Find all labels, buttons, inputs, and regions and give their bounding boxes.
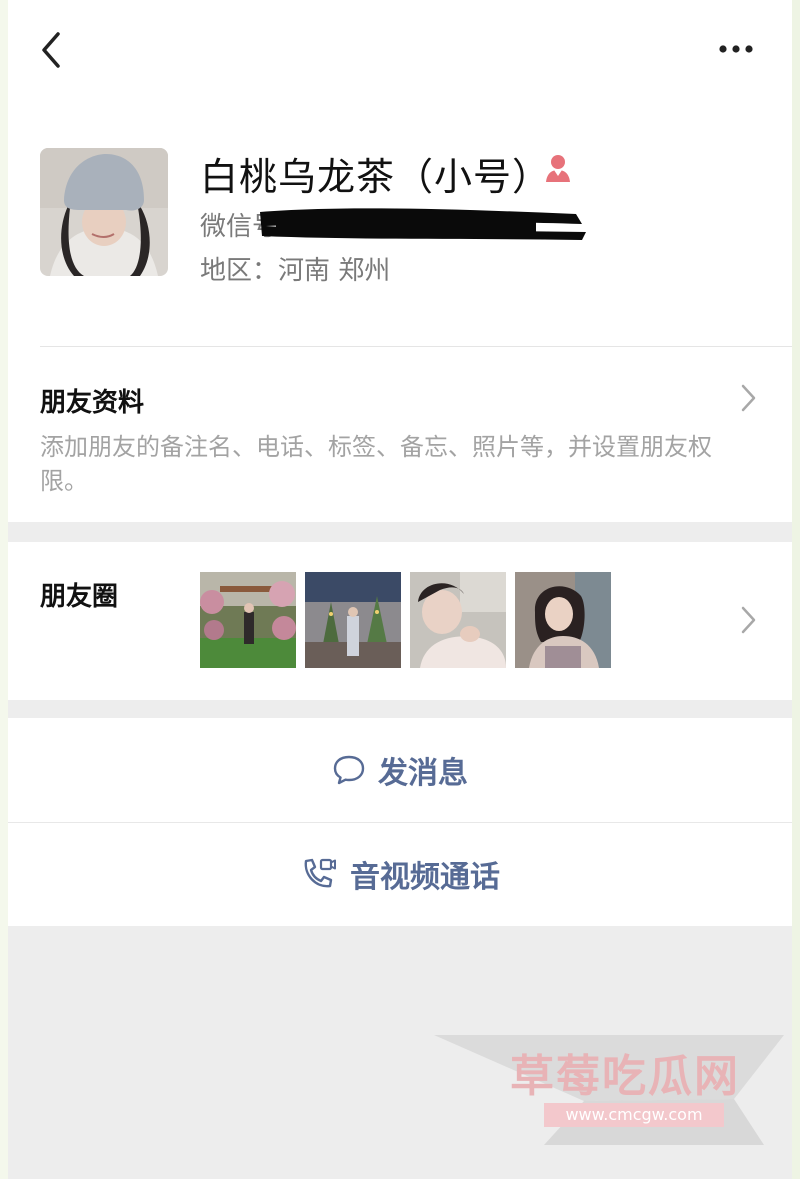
back-button[interactable] — [36, 30, 66, 70]
left-edge-strip — [0, 0, 8, 1179]
profile-header: 白桃乌龙茶（小号） 微信号 地区：河南 郑州 — [8, 100, 792, 346]
more-options-button[interactable] — [716, 34, 756, 64]
moments-thumbnail — [410, 572, 506, 668]
female-badge-icon — [546, 155, 570, 182]
moments-thumbnail — [305, 572, 401, 668]
divider — [40, 346, 792, 347]
moments-thumbnail — [200, 572, 296, 668]
watermark-text: 草莓吃瓜网 — [510, 1051, 740, 1102]
chat-bubble-icon — [333, 755, 365, 785]
send-message-content: 发消息 — [8, 718, 792, 822]
contact-profile-screen: 白桃乌龙茶（小号） 微信号 地区：河南 郑州 朋友资料 添加朋友的备注名、电话、… — [8, 0, 792, 1179]
redaction-scribble — [260, 208, 586, 240]
avatar[interactable] — [40, 148, 168, 276]
friend-info-description: 添加朋友的备注名、电话、标签、备忘、照片等，并设置朋友权限。 — [40, 433, 712, 495]
chevron-right-icon — [741, 606, 756, 634]
chevron-left-icon — [42, 32, 60, 68]
contact-name: 白桃乌龙茶（小号） — [200, 155, 552, 199]
phone-video-icon — [304, 858, 336, 888]
top-bar — [8, 0, 792, 100]
moments-row[interactable]: 朋友圈 — [8, 542, 792, 700]
moments-thumbnail — [515, 572, 611, 668]
more-dots-icon — [719, 45, 753, 53]
chevron-right-icon — [741, 384, 756, 412]
watermark-url: www.cmcgw.com — [544, 1103, 724, 1127]
moments-title: 朋友圈 — [40, 582, 119, 612]
send-message-label: 发消息 — [378, 756, 468, 791]
right-edge-strip — [792, 0, 800, 1179]
region-text: 地区：河南 郑州 — [200, 256, 391, 286]
friend-info-title: 朋友资料 — [40, 388, 145, 418]
voice-video-call-content: 音视频通话 — [8, 822, 792, 926]
send-message-button[interactable]: 发消息 — [8, 718, 792, 822]
voice-video-call-button[interactable]: 音视频通话 — [8, 822, 792, 926]
friend-info-row[interactable]: 朋友资料 添加朋友的备注名、电话、标签、备忘、照片等，并设置朋友权限。 — [8, 346, 792, 522]
voice-video-call-label: 音视频通话 — [350, 860, 500, 895]
